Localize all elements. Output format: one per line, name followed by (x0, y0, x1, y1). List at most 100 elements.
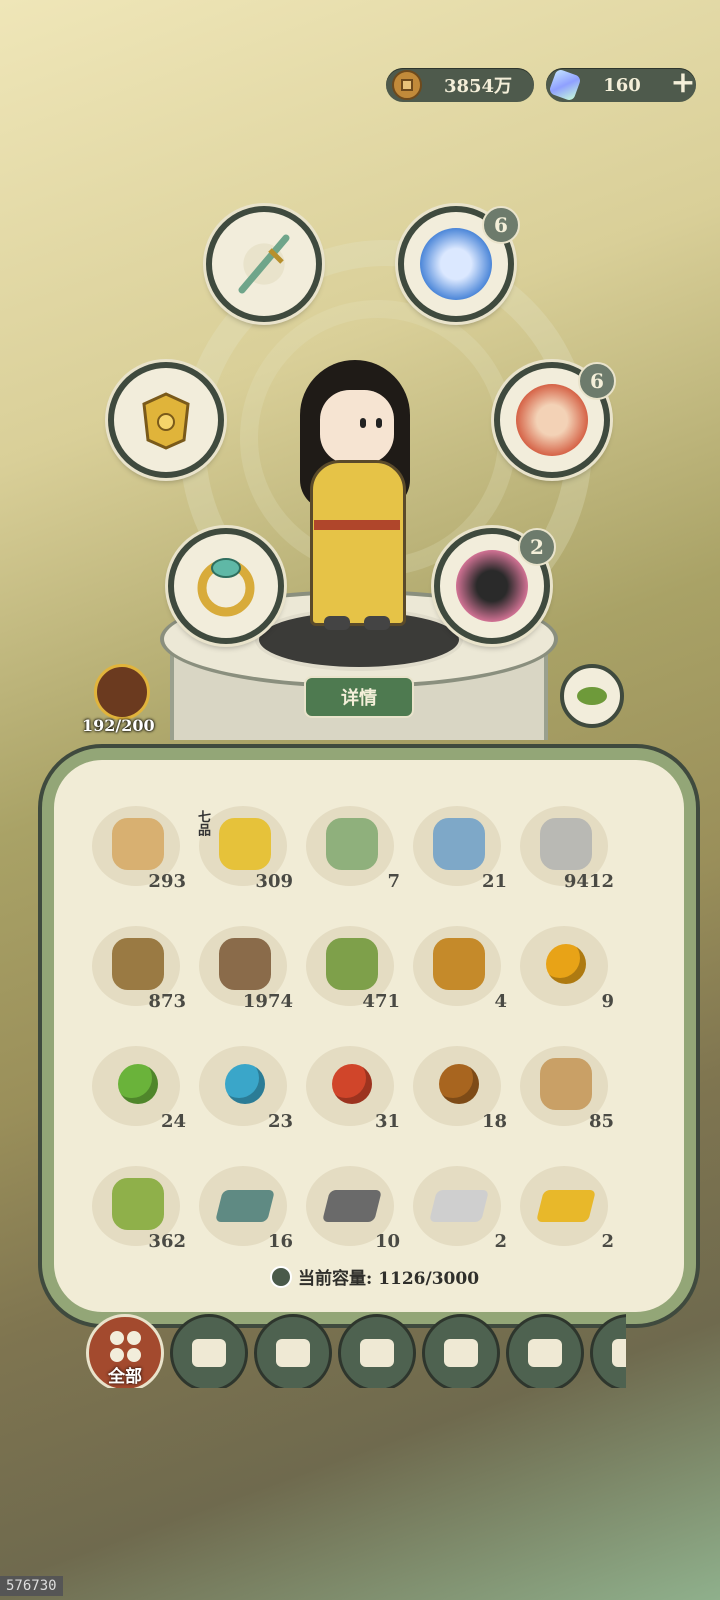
item-count: 293 (148, 871, 186, 892)
inventory-slot[interactable]: 23 (195, 1040, 295, 1136)
item-count: 7 (387, 871, 400, 892)
log-tab-icon (192, 1339, 226, 1367)
bronze-orb-icon (439, 1064, 479, 1104)
inventory-slot[interactable]: 18 (409, 1040, 509, 1136)
wood-plank-icon (540, 1058, 592, 1110)
item-count: 2 (601, 1231, 614, 1252)
item-count: 18 (481, 1111, 507, 1132)
tab-label: 全部 (108, 1367, 142, 1387)
red-orb-icon (332, 1064, 372, 1104)
stamina-indicator[interactable]: 192/200 (82, 664, 155, 735)
blue-pouch-icon (433, 818, 485, 870)
item-count: 4 (494, 991, 507, 1012)
detail-button[interactable]: 详情 (304, 676, 414, 718)
copper-coin-icon (392, 70, 422, 100)
companion-slot-dragon[interactable]: 2 (434, 528, 556, 644)
inventory-slot[interactable]: 362 (88, 1160, 188, 1256)
character-face (320, 390, 394, 464)
log-icon (219, 938, 271, 990)
capacity-label: 当前容量: 1126/3000 (270, 1264, 479, 1289)
item-count: 16 (267, 1231, 293, 1252)
item-count: 2 (494, 1231, 507, 1252)
companion-level-badge: 6 (482, 206, 520, 244)
inventory-slot[interactable]: 9 (516, 920, 616, 1016)
tab-log-tab[interactable] (170, 1314, 248, 1388)
companion-level-badge: 6 (578, 362, 616, 400)
dragon-spirit-icon (456, 550, 528, 622)
vegetable-dish-icon (577, 687, 607, 705)
golden-fruit-icon (219, 818, 271, 870)
blue-spirit-icon (420, 228, 492, 300)
item-count: 9412 (563, 871, 614, 892)
bamboo-strips-icon (112, 1178, 164, 1230)
scroll-icon (112, 818, 164, 870)
inventory-slot[interactable]: 85 (516, 1040, 616, 1136)
green-pouch-icon (326, 818, 378, 870)
item-count: 31 (374, 1111, 400, 1132)
inventory-slot[interactable]: 309 七品 (195, 800, 295, 896)
item-grade-label: 七品 (195, 810, 210, 836)
inventory-slot[interactable]: 293 (88, 800, 188, 896)
inventory-slot[interactable]: 10 (302, 1160, 402, 1256)
cyan-orb-icon (225, 1064, 265, 1104)
item-count: 21 (481, 871, 507, 892)
official-portrait-icon (516, 384, 588, 456)
yellow-robe (310, 460, 406, 626)
all-grid-icon (109, 1330, 141, 1362)
inventory-slot[interactable]: 31 (302, 1040, 402, 1136)
tab-scroll-tab[interactable] (590, 1314, 626, 1388)
category-tabs: 全部 (86, 1314, 626, 1388)
equip-slot-armor[interactable] (108, 362, 224, 478)
house-tab-icon (276, 1339, 310, 1367)
inventory-slot[interactable]: 7 (302, 800, 402, 896)
inventory-slot[interactable]: 2 (516, 1160, 616, 1256)
item-count: 10 (374, 1231, 400, 1252)
bamboo-icon (326, 938, 378, 990)
tab-ore-tab[interactable] (506, 1314, 584, 1388)
tab-all-grid[interactable]: 全部 (86, 1314, 164, 1388)
stamina-face-icon (94, 664, 150, 720)
inventory-slot[interactable]: 24 (88, 1040, 188, 1136)
scroll-tab-icon (612, 1339, 626, 1367)
item-count: 471 (362, 991, 400, 1012)
tab-rice-bowl-tab[interactable] (422, 1314, 500, 1388)
gems-value: 160 (603, 74, 641, 96)
gold-ingot-icon (536, 1190, 596, 1222)
inventory-slot[interactable]: 21 (409, 800, 509, 896)
item-count: 873 (148, 991, 186, 1012)
green-orb-icon (118, 1064, 158, 1104)
tab-herb-tab[interactable] (338, 1314, 416, 1388)
herb-flower-icon (433, 938, 485, 990)
item-count: 24 (160, 1111, 186, 1132)
item-count: 85 (588, 1111, 614, 1132)
inventory-slot[interactable]: 1974 (195, 920, 295, 1016)
add-gems-button[interactable]: + (668, 68, 698, 98)
user-id: 576730 (0, 1576, 63, 1596)
inventory-slot[interactable]: 2 (409, 1160, 509, 1256)
companion-level-badge: 2 (518, 528, 556, 566)
tab-house-tab[interactable] (254, 1314, 332, 1388)
coins-display: 3854万 (386, 68, 534, 102)
stamina-value: 192/200 (82, 716, 155, 735)
jade-ingot-icon (215, 1190, 275, 1222)
capacity-icon (270, 1265, 292, 1288)
gold-orb-icon (546, 944, 586, 984)
inventory-slot[interactable]: 873 (88, 920, 188, 1016)
inventory-slot[interactable]: 471 (302, 920, 402, 1016)
equip-slot-sword[interactable] (206, 206, 322, 322)
companion-slot-red[interactable]: 6 (494, 362, 616, 478)
inventory-slot[interactable]: 9412 (516, 800, 616, 896)
herb-tab-icon (360, 1339, 394, 1367)
equip-slot-ring[interactable] (168, 528, 284, 644)
iron-ingot-icon (322, 1190, 382, 1222)
inventory-slot[interactable]: 4 (409, 920, 509, 1016)
ore-tab-icon (528, 1339, 562, 1367)
coins-value: 3854万 (443, 76, 513, 97)
food-plate-button[interactable] (560, 664, 624, 728)
companion-slot-blue[interactable]: 6 (398, 206, 520, 322)
stone-icon (540, 818, 592, 870)
jade-gem-icon (548, 68, 582, 102)
jade-sword-icon (228, 228, 300, 300)
player-character[interactable] (290, 330, 420, 640)
inventory-slot[interactable]: 16 (195, 1160, 295, 1256)
